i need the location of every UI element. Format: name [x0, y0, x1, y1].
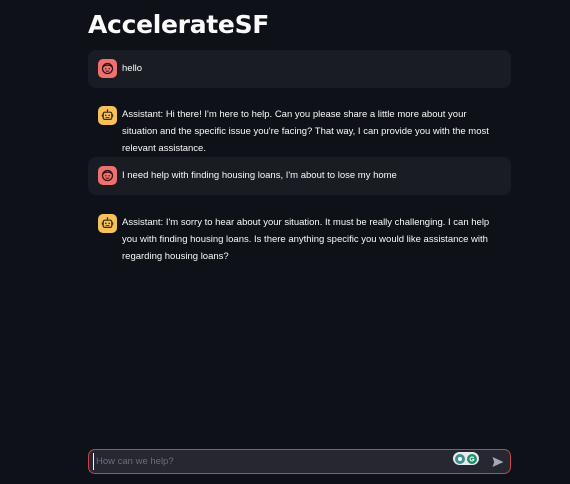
message-text: Assistant: Hi there! I'm here to help. C…: [122, 109, 489, 154]
user-face-icon: [101, 62, 114, 75]
grammar-check-icon[interactable]: [467, 453, 477, 464]
user-face-icon: [101, 169, 114, 182]
user-avatar: [98, 166, 117, 185]
robot-icon: [101, 109, 114, 122]
chat-message-user: hello: [88, 50, 511, 88]
message-text: Assistant: I'm sorry to hear about your …: [122, 217, 490, 262]
page-title: AccelerateSF: [88, 10, 270, 39]
send-icon[interactable]: [491, 455, 505, 469]
user-avatar: [98, 59, 117, 78]
message-text: I need help with finding housing loans, …: [122, 170, 397, 181]
message-text: hello: [122, 63, 143, 74]
extension-icon[interactable]: [455, 453, 465, 464]
chat-app: AccelerateSF hello Assistant: Hi there! …: [0, 0, 570, 484]
chat-input[interactable]: [93, 453, 446, 470]
extension-badge[interactable]: [453, 452, 479, 465]
chat-input-container: [88, 449, 511, 474]
chat-message-assistant: Assistant: I'm sorry to hear about your …: [88, 204, 511, 270]
chat-message-user: I need help with finding housing loans, …: [88, 157, 511, 195]
chat-message-assistant: Assistant: Hi there! I'm here to help. C…: [88, 96, 511, 154]
robot-icon: [101, 217, 114, 230]
assistant-avatar: [98, 106, 117, 125]
assistant-avatar: [98, 214, 117, 233]
